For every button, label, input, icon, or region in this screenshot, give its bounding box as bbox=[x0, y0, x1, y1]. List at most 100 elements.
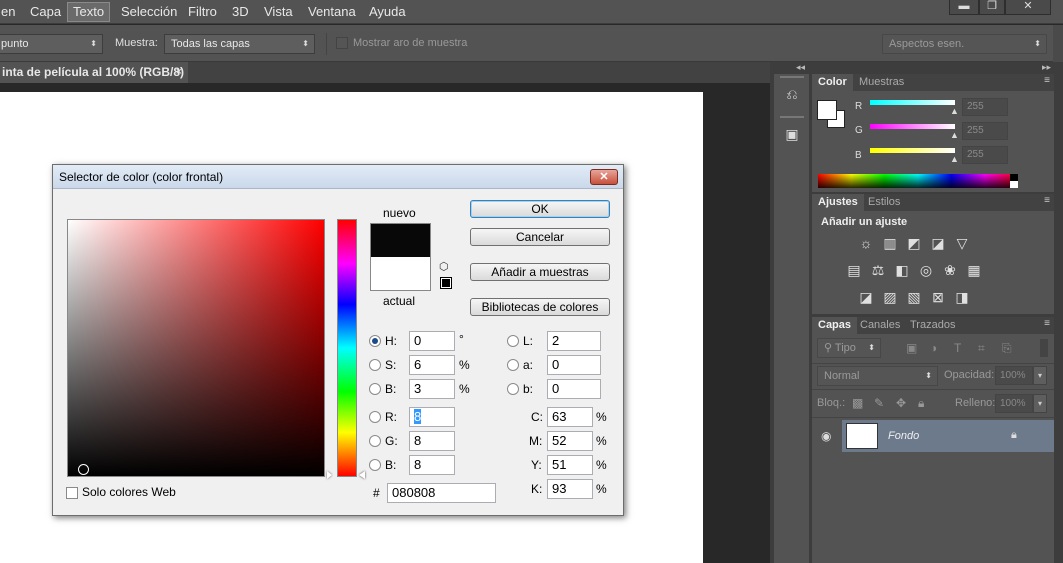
hue-slider[interactable] bbox=[337, 219, 357, 477]
blend-mode-dropdown[interactable]: Normal ⬍ bbox=[817, 366, 938, 386]
maximize-button[interactable]: ❐ bbox=[979, 0, 1005, 15]
web-safe-swatch-icon[interactable] bbox=[440, 277, 452, 289]
color-spectrum-bar[interactable] bbox=[818, 174, 1018, 188]
opacity-field[interactable]: 100% bbox=[995, 366, 1033, 385]
add-to-swatches-button[interactable]: Añadir a muestras bbox=[470, 263, 610, 281]
layer-row-background[interactable]: ◉ Fondo 🔒︎ bbox=[812, 420, 1054, 452]
tab-adjustments[interactable]: Ajustes bbox=[812, 194, 864, 211]
panel-scrollbar[interactable] bbox=[1054, 317, 1063, 563]
menu-3d[interactable]: 3D bbox=[227, 2, 254, 22]
filter-smart-object-icon[interactable]: ⎘ bbox=[1002, 341, 1012, 356]
channel-g-slider[interactable] bbox=[870, 124, 955, 129]
color-lookup-icon[interactable]: ▦ bbox=[966, 263, 982, 277]
curves-icon[interactable]: ◩ bbox=[906, 236, 922, 250]
menu-edit[interactable]: en bbox=[0, 2, 20, 22]
sample-dropdown[interactable]: Todas las capas ⬍ bbox=[164, 34, 315, 54]
menu-help[interactable]: Ayuda bbox=[364, 2, 411, 22]
brightness-icon[interactable]: ☼ bbox=[858, 236, 874, 250]
filter-type-icon[interactable]: T bbox=[954, 341, 961, 355]
radio-saturation[interactable] bbox=[369, 359, 381, 371]
posterize-icon[interactable]: ▨ bbox=[882, 290, 898, 304]
properties-icon[interactable]: ▣ bbox=[783, 126, 801, 144]
channel-b-slider[interactable] bbox=[870, 148, 955, 153]
b-channel-input[interactable]: 0 bbox=[547, 379, 601, 399]
current-color-swatch[interactable] bbox=[370, 257, 431, 291]
hue-saturation-icon[interactable]: ▤ bbox=[846, 263, 862, 277]
panel-menu-icon[interactable]: ≡ bbox=[1044, 195, 1050, 206]
menu-type[interactable]: Texto bbox=[67, 2, 111, 22]
spectrum-white[interactable] bbox=[1010, 181, 1018, 188]
channel-b-value[interactable]: 255 bbox=[962, 146, 1008, 164]
slider-thumb-icon[interactable]: ▲ bbox=[950, 154, 959, 164]
document-tab[interactable]: inta de película al 100% (RGB/8) × bbox=[0, 62, 188, 83]
vibrance-icon[interactable]: ▽ bbox=[954, 236, 970, 250]
menu-layer[interactable]: Capa bbox=[25, 2, 66, 22]
black-white-icon[interactable]: ◧ bbox=[894, 263, 910, 277]
close-icon[interactable]: ✕ bbox=[590, 169, 618, 185]
menu-view[interactable]: Vista bbox=[259, 2, 298, 22]
radio-lightness[interactable] bbox=[507, 335, 519, 347]
slider-thumb-icon[interactable]: ▲ bbox=[950, 106, 959, 116]
color-balance-icon[interactable]: ⚖ bbox=[870, 263, 886, 277]
chevron-down-icon[interactable]: ▾ bbox=[1033, 366, 1047, 385]
radio-brightness[interactable] bbox=[369, 383, 381, 395]
chevron-down-icon[interactable]: ▾ bbox=[1033, 394, 1047, 413]
ok-button[interactable]: OK bbox=[470, 200, 610, 218]
show-ring-checkbox[interactable] bbox=[336, 37, 348, 49]
tab-channels[interactable]: Canales bbox=[854, 317, 906, 334]
hue-slider-thumb-icon[interactable] bbox=[359, 471, 365, 479]
filter-shape-icon[interactable]: ⌗ bbox=[978, 341, 985, 356]
tab-paths[interactable]: Trazados bbox=[904, 317, 961, 334]
blue-input[interactable]: 8 bbox=[409, 455, 455, 475]
hue-input[interactable]: 0 bbox=[409, 331, 455, 351]
selective-color-icon[interactable]: ⊠ bbox=[930, 290, 946, 304]
a-channel-input[interactable]: 0 bbox=[547, 355, 601, 375]
cancel-button[interactable]: Cancelar bbox=[470, 228, 610, 246]
close-icon[interactable]: × bbox=[176, 62, 182, 83]
lock-move-icon[interactable]: ✥ bbox=[896, 396, 906, 410]
levels-icon[interactable]: ▥ bbox=[882, 236, 898, 250]
radio-blue[interactable] bbox=[369, 459, 381, 471]
black-input[interactable]: 93 bbox=[547, 479, 593, 499]
menu-select[interactable]: Selección bbox=[116, 2, 182, 22]
color-marker-icon[interactable] bbox=[78, 464, 89, 475]
green-input[interactable]: 8 bbox=[409, 431, 455, 451]
channel-mixer-icon[interactable]: ❀ bbox=[942, 263, 958, 277]
menu-filter[interactable]: Filtro bbox=[183, 2, 222, 22]
saturation-brightness-field[interactable] bbox=[67, 219, 325, 477]
radio-green[interactable] bbox=[369, 435, 381, 447]
web-colors-only-checkbox[interactable] bbox=[66, 487, 78, 499]
lock-paint-icon[interactable]: ✎ bbox=[874, 396, 884, 410]
spectrum-black[interactable] bbox=[1010, 174, 1018, 181]
panel-menu-icon[interactable]: ≡ bbox=[1044, 318, 1050, 329]
dialog-title-bar[interactable]: Selector de color (color frontal) ✕ bbox=[53, 165, 623, 189]
menu-window[interactable]: Ventana bbox=[303, 2, 361, 22]
gradient-map-icon[interactable]: ◨ bbox=[954, 290, 970, 304]
threshold-icon[interactable]: ▧ bbox=[906, 290, 922, 304]
channel-g-value[interactable]: 255 bbox=[962, 122, 1008, 140]
tab-color[interactable]: Color bbox=[812, 74, 853, 91]
slider-thumb-icon[interactable]: ▲ bbox=[950, 130, 959, 140]
radio-hue[interactable] bbox=[369, 335, 381, 347]
filter-pixel-icon[interactable]: ▣ bbox=[906, 341, 917, 355]
layer-name[interactable]: Fondo bbox=[888, 430, 919, 442]
close-app-button[interactable]: ✕ bbox=[1005, 0, 1051, 15]
collapse-icon[interactable]: ◂◂ bbox=[796, 62, 805, 73]
yellow-input[interactable]: 51 bbox=[547, 455, 593, 475]
minimize-button[interactable]: ▬ bbox=[949, 0, 979, 15]
hex-input[interactable]: 080808 bbox=[387, 483, 496, 503]
magenta-input[interactable]: 52 bbox=[547, 431, 593, 451]
lightness-input[interactable]: 2 bbox=[547, 331, 601, 351]
filter-toggle[interactable] bbox=[1040, 339, 1048, 357]
radio-b-channel[interactable] bbox=[507, 383, 519, 395]
fill-field[interactable]: 100% bbox=[995, 394, 1033, 413]
channel-r-value[interactable]: 255 bbox=[962, 98, 1008, 116]
tab-styles[interactable]: Estilos bbox=[862, 194, 906, 211]
radio-red[interactable] bbox=[369, 411, 381, 423]
photo-filter-icon[interactable]: ◎ bbox=[918, 263, 934, 277]
lock-transparency-icon[interactable]: ▩ bbox=[852, 396, 863, 410]
eye-icon[interactable]: ◉ bbox=[821, 429, 831, 443]
panel-menu-icon[interactable]: ≡ bbox=[1044, 75, 1050, 86]
saturation-input[interactable]: 6 bbox=[409, 355, 455, 375]
cyan-input[interactable]: 63 bbox=[547, 407, 593, 427]
